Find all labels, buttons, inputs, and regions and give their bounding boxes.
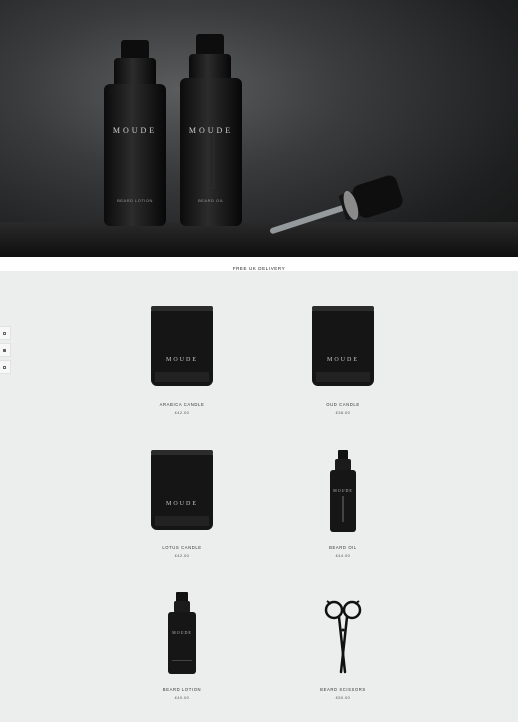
product-image: MOUDE bbox=[330, 450, 356, 532]
product-card[interactable]: BEARD SCISSORS £50.00 bbox=[273, 590, 413, 700]
product-image: MOUDE bbox=[168, 592, 196, 674]
single-view-button[interactable] bbox=[0, 360, 11, 374]
list-icon bbox=[3, 349, 6, 352]
list-view-button[interactable] bbox=[0, 343, 11, 357]
product-brand: MOUDE bbox=[333, 488, 353, 493]
hero-brand-right: MOUDE bbox=[189, 126, 233, 135]
product-card[interactable]: MOUDE LOTUS CANDLE £42.00 bbox=[112, 448, 252, 558]
product-card[interactable]: MOUDE BEARD OIL £44.00 bbox=[273, 448, 413, 558]
hero-brand-left: MOUDE bbox=[113, 126, 157, 135]
square-icon bbox=[3, 366, 6, 369]
grid-icon bbox=[3, 332, 6, 335]
product-name[interactable]: BEARD LOTION bbox=[112, 687, 252, 692]
product-name[interactable]: BEARD SCISSORS bbox=[273, 687, 413, 692]
hero-image: MOUDE BEARD LOTION MOUDE BEARD OIL bbox=[0, 34, 518, 257]
product-price: £44.00 bbox=[335, 553, 351, 558]
product-name[interactable]: BEARD OIL bbox=[273, 545, 413, 550]
product-image: MOUDE bbox=[312, 306, 374, 386]
product-image: MOUDE bbox=[151, 450, 213, 530]
hero-label-right: BEARD OIL bbox=[198, 198, 224, 203]
grid-view-button[interactable] bbox=[0, 326, 11, 340]
hero-label-left: BEARD LOTION bbox=[117, 198, 153, 203]
product-price: £42.00 bbox=[174, 553, 190, 558]
product-price: £40.00 bbox=[174, 695, 190, 700]
product-name[interactable]: ARABICA CANDLE bbox=[112, 402, 252, 407]
scissors-icon bbox=[324, 600, 362, 674]
product-card[interactable]: MOUDE OUD CANDLE £38.00 bbox=[273, 304, 413, 415]
product-name[interactable]: OUD CANDLE bbox=[273, 402, 413, 407]
product-image: MOUDE bbox=[151, 306, 213, 386]
product-card[interactable]: MOUDE BEARD LOTION £40.00 bbox=[112, 590, 252, 700]
product-price: £42.00 bbox=[174, 410, 190, 415]
delivery-banner: FREE UK DELIVERY bbox=[0, 257, 518, 271]
product-brand: MOUDE bbox=[166, 357, 198, 363]
delivery-banner-text: FREE UK DELIVERY bbox=[232, 266, 286, 271]
product-price: £50.00 bbox=[335, 695, 351, 700]
product-card[interactable]: MOUDE ARABICA CANDLE £42.00 bbox=[112, 304, 252, 415]
product-brand: MOUDE bbox=[172, 630, 192, 635]
hero-banner: MOUDE BEARD LOTION MOUDE BEARD OIL bbox=[0, 0, 518, 257]
product-price: £38.00 bbox=[335, 410, 351, 415]
product-brand: MOUDE bbox=[166, 501, 198, 507]
product-name[interactable]: LOTUS CANDLE bbox=[112, 545, 252, 550]
product-brand: MOUDE bbox=[327, 357, 359, 363]
